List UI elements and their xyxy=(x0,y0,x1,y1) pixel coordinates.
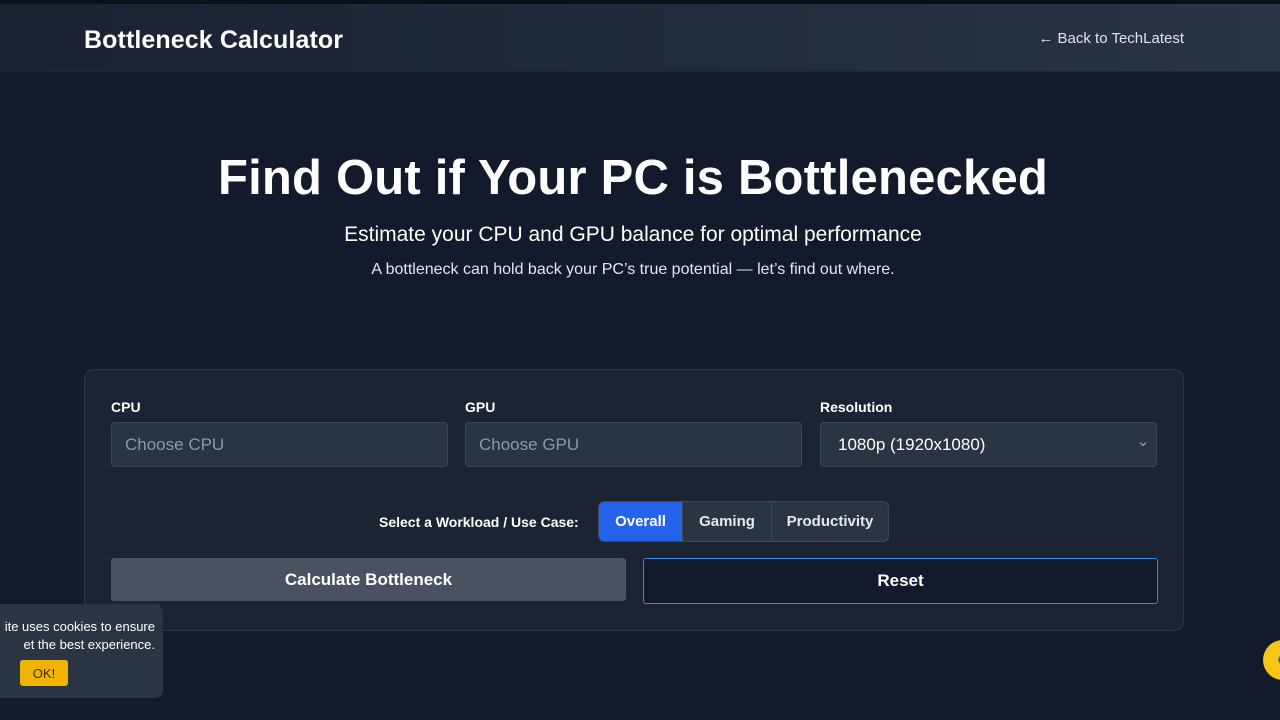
workload-segmented-control: Overall Gaming Productivity xyxy=(598,501,889,542)
floating-action-button[interactable]: ⚙ xyxy=(1263,640,1280,680)
gpu-input[interactable] xyxy=(465,422,802,467)
workload-option-overall[interactable]: Overall xyxy=(599,502,683,541)
cookie-message-line-1: ite uses cookies to ensure xyxy=(4,619,155,634)
cpu-label: CPU xyxy=(111,399,141,415)
workload-option-gaming[interactable]: Gaming xyxy=(683,502,772,541)
chevron-down-icon xyxy=(1139,442,1147,447)
hero-description: A bottleneck can hold back your PC’s tru… xyxy=(371,261,895,278)
calculate-bottleneck-button[interactable]: Calculate Bottleneck xyxy=(111,558,626,601)
cookie-message: ite uses cookies to ensure et the best e… xyxy=(0,618,155,654)
cookie-banner: ite uses cookies to ensure et the best e… xyxy=(0,604,163,698)
workload-option-productivity[interactable]: Productivity xyxy=(772,502,888,541)
hero-subtitle: Estimate your CPU and GPU balance for op… xyxy=(344,223,922,246)
resolution-selected-value: 1080p (1920x1080) xyxy=(838,434,986,454)
site-header: Bottleneck Calculator ← Back to TechLate… xyxy=(0,4,1280,72)
reset-button[interactable]: Reset xyxy=(643,558,1158,604)
calculator-card: CPU GPU Resolution 1080p (1920x1080) Sel… xyxy=(84,369,1184,631)
gpu-label: GPU xyxy=(465,399,496,415)
back-to-techlatest-link[interactable]: ← Back to TechLatest xyxy=(1038,30,1184,47)
cookie-message-line-2: et the best experience. xyxy=(23,637,155,652)
hero-title: Find Out if Your PC is Bottlenecked xyxy=(217,151,1049,205)
cpu-input[interactable] xyxy=(111,422,448,467)
workload-label: Select a Workload / Use Case: xyxy=(379,514,579,530)
brand-title[interactable]: Bottleneck Calculator xyxy=(84,26,343,55)
cookie-ok-button[interactable]: OK! xyxy=(20,660,68,686)
resolution-select[interactable]: 1080p (1920x1080) xyxy=(820,422,1157,467)
resolution-label: Resolution xyxy=(820,399,893,415)
